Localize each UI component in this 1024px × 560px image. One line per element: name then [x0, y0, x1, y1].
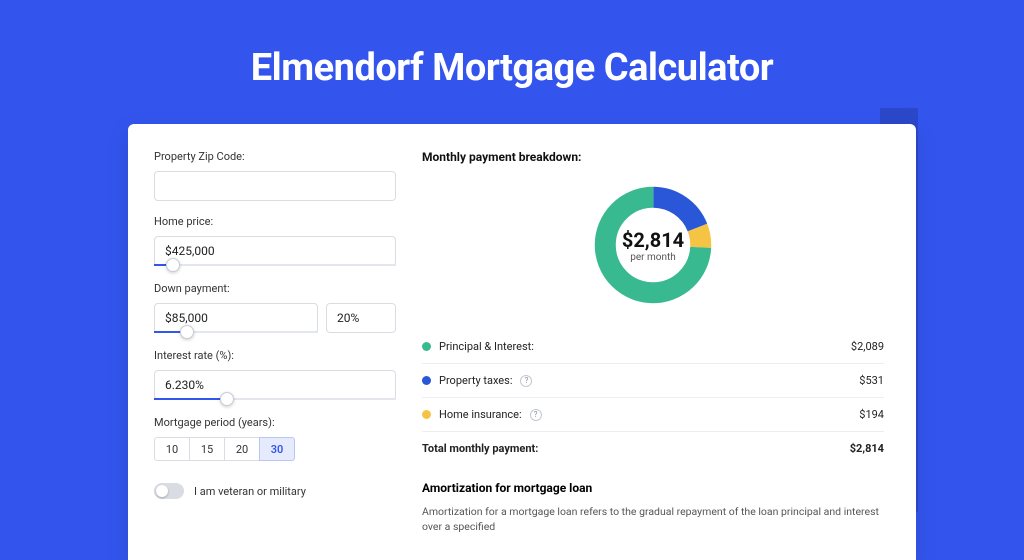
legend-dot-icon: [422, 376, 431, 385]
page-title: Elmendorf Mortgage Calculator: [0, 46, 1024, 90]
info-icon[interactable]: ?: [520, 375, 532, 387]
breakdown-panel: Monthly payment breakdown: $2,814 per mo…: [422, 150, 884, 534]
down-label: Down payment:: [154, 282, 396, 295]
legend-label: Home insurance:: [439, 408, 522, 421]
period-label: Mortgage period (years):: [154, 416, 396, 429]
down-field: Down payment:: [154, 282, 396, 335]
period-segmented: 10152030: [154, 437, 396, 461]
total-value: $2,814: [850, 442, 884, 455]
legend-total-row: Total monthly payment: $2,814: [422, 432, 884, 465]
zip-label: Property Zip Code:: [154, 150, 396, 163]
slider-track: [154, 264, 396, 266]
legend: Principal & Interest: $2,089 Property taxe…: [422, 330, 884, 465]
veteran-label: I am veteran or military: [194, 485, 306, 498]
rate-input[interactable]: [154, 370, 396, 400]
legend-dot-icon: [422, 342, 431, 351]
amortization-body: Amortization for a mortgage loan refers …: [422, 505, 884, 534]
legend-label: Property taxes:: [439, 374, 512, 387]
rate-field: Interest rate (%):: [154, 349, 396, 402]
down-amount-input[interactable]: [154, 303, 318, 333]
rate-label: Interest rate (%):: [154, 349, 396, 362]
period-option-15[interactable]: 15: [189, 437, 225, 461]
legend-value: $194: [859, 408, 884, 421]
zip-input[interactable]: [154, 171, 396, 201]
down-slider[interactable]: [154, 331, 318, 335]
veteran-row: I am veteran or military: [154, 483, 396, 499]
legend-value: $2,089: [851, 340, 884, 353]
period-field: Mortgage period (years): 10152030: [154, 416, 396, 461]
period-option-10[interactable]: 10: [154, 437, 190, 461]
donut-center: $2,814 per month: [622, 228, 684, 263]
breakdown-title: Monthly payment breakdown:: [422, 150, 884, 164]
slider-fill: [154, 398, 227, 400]
legend-row: Principal & Interest: $2,089: [422, 330, 884, 364]
donut-chart: $2,814 per month: [422, 170, 884, 320]
price-input[interactable]: [154, 236, 396, 266]
price-field: Home price:: [154, 215, 396, 268]
legend-dot-icon: [422, 410, 431, 419]
legend-row: Property taxes:? $531: [422, 364, 884, 398]
amortization-section: Amortization for mortgage loan Amortizat…: [422, 481, 884, 534]
inputs-panel: Property Zip Code: Home price: Down paym…: [154, 150, 396, 534]
price-slider[interactable]: [154, 264, 396, 268]
legend-label: Principal & Interest:: [439, 340, 534, 353]
slider-thumb[interactable]: [166, 258, 180, 272]
zip-field: Property Zip Code:: [154, 150, 396, 201]
period-option-30[interactable]: 30: [259, 437, 295, 461]
amortization-title: Amortization for mortgage loan: [422, 481, 884, 495]
veteran-toggle[interactable]: [154, 483, 184, 499]
donut-center-label: per month: [622, 252, 684, 263]
down-pct-input[interactable]: [326, 303, 396, 333]
period-option-20[interactable]: 20: [224, 437, 260, 461]
total-label: Total monthly payment:: [422, 442, 538, 455]
legend-row: Home insurance:? $194: [422, 398, 884, 432]
info-icon[interactable]: ?: [530, 409, 542, 421]
rate-slider[interactable]: [154, 398, 396, 402]
price-label: Home price:: [154, 215, 396, 228]
calculator-card: Property Zip Code: Home price: Down paym…: [128, 124, 916, 560]
hero: Elmendorf Mortgage Calculator: [0, 0, 1024, 90]
slider-thumb[interactable]: [180, 325, 194, 339]
donut-center-value: $2,814: [622, 228, 684, 252]
slider-thumb[interactable]: [220, 392, 234, 406]
legend-value: $531: [859, 374, 884, 387]
